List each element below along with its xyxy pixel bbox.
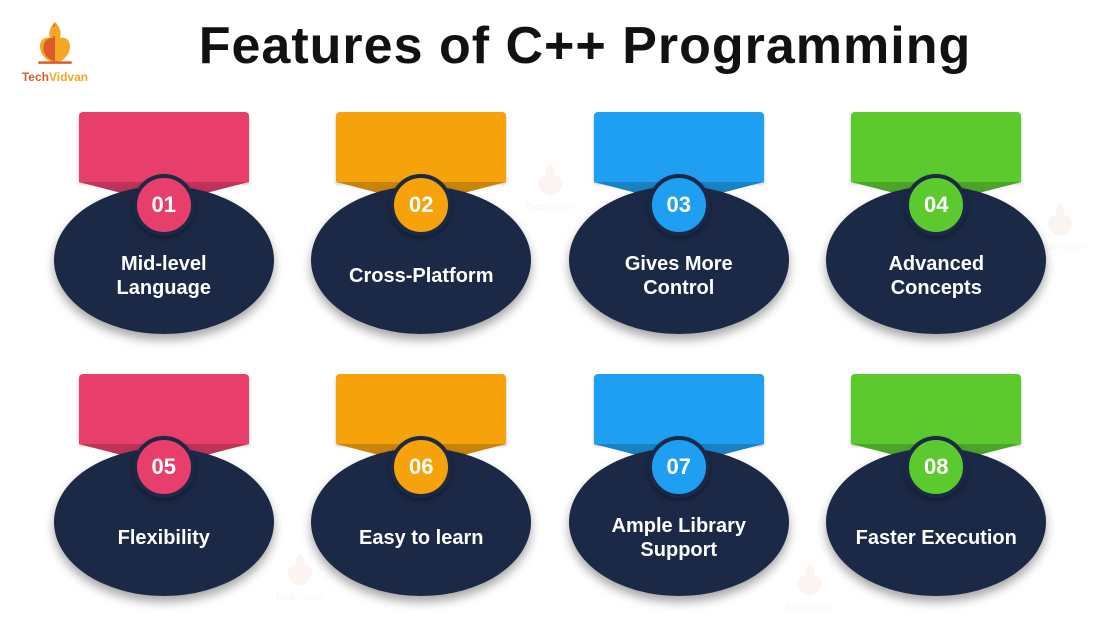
feature-card: Ample Library Support07 [575, 374, 783, 594]
brand-logo: TechVidvan [20, 18, 90, 84]
page-title: Features of C++ Programming [90, 16, 1080, 76]
feature-number-badge: 08 [905, 436, 967, 498]
feature-card: Advanced Concepts04 [833, 112, 1041, 332]
header: TechVidvan Features of C++ Programming [0, 0, 1100, 84]
feature-card: Cross-Platform 02 [318, 112, 526, 332]
brand-name-part2: Vidvan [49, 70, 88, 84]
ribbon [79, 374, 249, 444]
feature-number-badge: 05 [133, 436, 195, 498]
feature-number-badge: 04 [905, 174, 967, 236]
ribbon [594, 374, 764, 444]
feature-card: Gives More Control03 [575, 112, 783, 332]
feature-card: Faster Execution 08 [833, 374, 1041, 594]
brand-name-part1: Tech [22, 70, 49, 84]
feature-label: Faster Execution [834, 526, 1039, 550]
feature-number-badge: 07 [648, 436, 710, 498]
ribbon [851, 374, 1021, 444]
feature-label: Mid-level Language [54, 252, 274, 300]
feature-label: Flexibility [96, 526, 232, 550]
feature-card: Mid-level Language01 [60, 112, 268, 332]
brand-name: TechVidvan [22, 70, 88, 84]
feature-label: Easy to learn [337, 526, 506, 550]
feature-label: Ample Library Support [569, 514, 789, 562]
features-grid: Mid-level Language01Cross-Platform02Give… [0, 84, 1100, 594]
feature-card: Flexibility 05 [60, 374, 268, 594]
ribbon [594, 112, 764, 182]
feature-number-badge: 01 [133, 174, 195, 236]
feature-label: Cross-Platform [327, 264, 515, 288]
feature-card: Easy to learn 06 [318, 374, 526, 594]
guru-icon [30, 18, 80, 68]
ribbon [336, 374, 506, 444]
feature-label: Advanced Concepts [826, 252, 1046, 300]
feature-number-badge: 06 [390, 436, 452, 498]
ribbon [336, 112, 506, 182]
feature-number-badge: 02 [390, 174, 452, 236]
ribbon [851, 112, 1021, 182]
feature-label: Gives More Control [569, 252, 789, 300]
ribbon [79, 112, 249, 182]
feature-number-badge: 03 [648, 174, 710, 236]
